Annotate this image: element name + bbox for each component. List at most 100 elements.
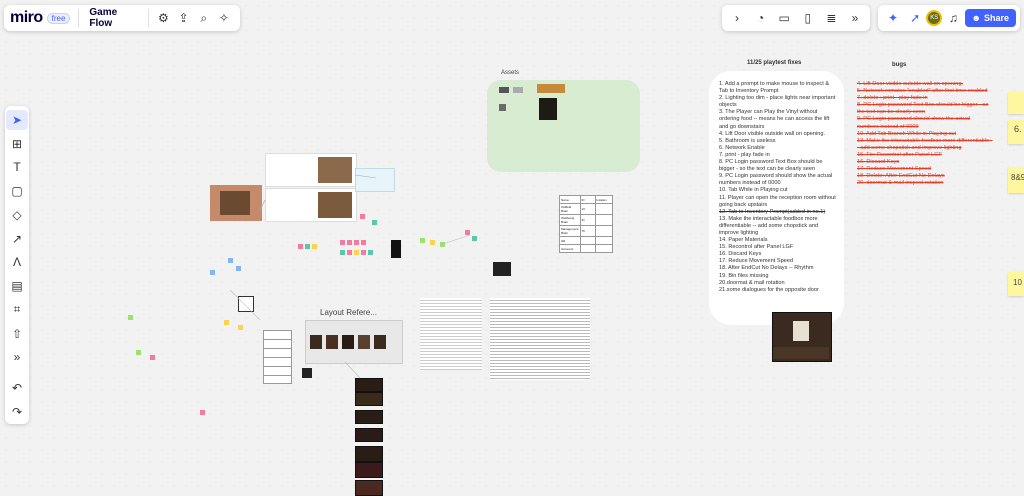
mini-sticky[interactable] <box>361 250 366 255</box>
mini-sticky[interactable] <box>347 240 352 245</box>
list-item[interactable]: 3. The Player can Play the Vinyl without… <box>719 109 836 130</box>
mini-sticky[interactable] <box>368 250 373 255</box>
screenshot-thumb[interactable] <box>355 462 383 478</box>
mini-sticky[interactable] <box>420 238 425 243</box>
more-tools-icon[interactable]: » <box>6 348 28 368</box>
list-item[interactable]: 6. Network Enable <box>719 145 836 152</box>
bug-item[interactable]: 10. Add Tab Branch While in Playing cut <box>857 131 993 138</box>
notes-icon[interactable]: ≣ <box>820 7 842 29</box>
asset-thumb[interactable] <box>539 98 557 120</box>
floorplan-image[interactable] <box>210 185 262 221</box>
mini-sticky[interactable] <box>298 244 303 249</box>
settings-icon[interactable]: ⚙ <box>153 7 173 29</box>
sticky-note[interactable] <box>1008 92 1024 114</box>
asset-thumb[interactable] <box>302 368 312 378</box>
mini-sticky[interactable] <box>210 270 215 275</box>
sticky-note[interactable]: 10 <box>1008 272 1024 296</box>
playtest-fixes-card[interactable]: 1. Add a prompt to make mouse to inspect… <box>709 71 844 325</box>
undo-icon[interactable]: ↶ <box>6 378 28 398</box>
crop-icon[interactable]: ⌗ <box>6 300 28 320</box>
mini-sticky[interactable] <box>360 214 365 219</box>
mini-sticky[interactable] <box>361 240 366 245</box>
layout-reference-label[interactable]: Layout Refere... <box>320 308 377 317</box>
list-item[interactable]: 20.doormat & mail rotation <box>719 280 836 287</box>
list-item[interactable]: 12. Tab to Inventory Prompt(added in no.… <box>719 209 836 216</box>
assets-frame[interactable] <box>487 80 640 172</box>
list-item[interactable]: 11. Player can open the reception room w… <box>719 195 836 209</box>
mini-sticky[interactable] <box>347 250 352 255</box>
list-item[interactable]: 16. Discard Keys <box>719 251 836 258</box>
search-icon[interactable]: ⌕ <box>194 7 214 29</box>
reactions-icon[interactable]: ✦ <box>882 7 904 29</box>
design-notes-doc[interactable] <box>490 298 590 380</box>
mini-sticky[interactable] <box>354 250 359 255</box>
list-item[interactable]: 8. PC Login password Text Box should be … <box>719 159 836 173</box>
mini-sticky[interactable] <box>465 230 470 235</box>
bug-item[interactable]: 18. Delete: After EndCut No Delays <box>857 173 993 180</box>
list-item[interactable]: 5. Bathroom is useless <box>719 138 836 145</box>
mini-sticky[interactable] <box>472 236 477 241</box>
mini-sticky[interactable] <box>136 350 141 355</box>
list-item[interactable]: 15. Recontrol after Panel LGF <box>719 244 836 251</box>
mini-sticky[interactable] <box>238 325 243 330</box>
share-button[interactable]: ☻ Share <box>964 9 1016 27</box>
sticky-note[interactable]: 6. <box>1008 120 1024 144</box>
sticky-note-icon[interactable]: ▢ <box>6 181 28 201</box>
list-item[interactable]: 13. Make the interactable foodbox more d… <box>719 216 836 237</box>
magic-icon[interactable]: ✧ <box>214 7 234 29</box>
shapes-icon[interactable]: ◇ <box>6 205 28 225</box>
list-item[interactable]: 4. Lift Door visible outside wall on ope… <box>719 131 836 138</box>
asset-thumb[interactable] <box>391 240 401 258</box>
screenshot-thumb[interactable] <box>355 428 383 442</box>
mini-sticky[interactable] <box>372 220 377 225</box>
bug-item[interactable]: 4. Lift Door visible outside wall on ope… <box>857 81 993 88</box>
list-item[interactable]: 7. print - play fade in <box>719 152 836 159</box>
asset-thumb[interactable] <box>513 87 523 93</box>
screenshot-thumb[interactable] <box>355 410 383 424</box>
asset-thumb[interactable] <box>238 296 254 312</box>
mini-sticky[interactable] <box>236 266 241 271</box>
playtest-title[interactable]: 11/25 playtest fixes <box>747 60 801 66</box>
screenshot-thumb[interactable] <box>355 480 383 496</box>
screenshot-thumb[interactable] <box>355 378 383 392</box>
slide-icon[interactable]: ▯ <box>797 7 819 29</box>
more-icon[interactable]: » <box>844 7 866 29</box>
bug-item[interactable]: 13. Make the interactable foodbox more d… <box>857 138 993 152</box>
mini-sticky[interactable] <box>228 258 233 263</box>
list-item[interactable]: 17. Reduce Movement Speed <box>719 258 836 265</box>
annotation-card[interactable] <box>355 168 395 192</box>
floorplan-card[interactable] <box>265 153 357 187</box>
mini-sticky[interactable] <box>224 320 229 325</box>
cursor-icon[interactable]: ➚ <box>904 7 926 29</box>
asset-thumb[interactable] <box>499 104 506 111</box>
bug-item[interactable]: 7. delete : print - play fade in <box>857 95 993 102</box>
mini-sticky[interactable] <box>200 410 205 415</box>
mini-sticky[interactable] <box>430 240 435 245</box>
screenshot-thumb[interactable] <box>355 446 383 462</box>
bug-item[interactable]: 17. Reduce Movement Speed <box>857 166 993 173</box>
floorplan-card[interactable] <box>265 188 357 222</box>
comment-icon[interactable]: ▤ <box>6 276 28 296</box>
screenshot-thumb[interactable] <box>355 392 383 406</box>
asset-thumb[interactable] <box>499 87 509 93</box>
avatar[interactable]: KS <box>926 10 943 26</box>
mini-sticky[interactable] <box>312 244 317 249</box>
mini-sticky[interactable] <box>354 240 359 245</box>
redo-icon[interactable]: ↷ <box>6 402 28 422</box>
board-title[interactable]: Game Flow <box>89 7 138 29</box>
mini-sticky[interactable] <box>305 244 310 249</box>
text-icon[interactable]: T <box>6 158 28 178</box>
list-item[interactable]: 2. Lighting too dim - place lights near … <box>719 95 836 109</box>
mini-sticky[interactable] <box>150 355 155 360</box>
game-screenshot[interactable] <box>772 312 832 362</box>
timer-icon[interactable]: ◔ <box>750 7 772 29</box>
shelf-image[interactable] <box>263 330 292 384</box>
list-item[interactable]: 9. PC Login password should show the act… <box>719 173 836 187</box>
assets-frame-label[interactable]: Assets <box>501 70 519 76</box>
plan-badge[interactable]: free <box>46 12 71 24</box>
pen-icon[interactable]: Λ <box>6 253 28 273</box>
asset-thumb[interactable] <box>537 84 565 93</box>
list-item[interactable]: 21.some dialogues for the opposite door <box>719 287 836 294</box>
select-icon[interactable]: ➤ <box>6 110 28 130</box>
upload-icon[interactable]: ⇧ <box>6 324 28 344</box>
